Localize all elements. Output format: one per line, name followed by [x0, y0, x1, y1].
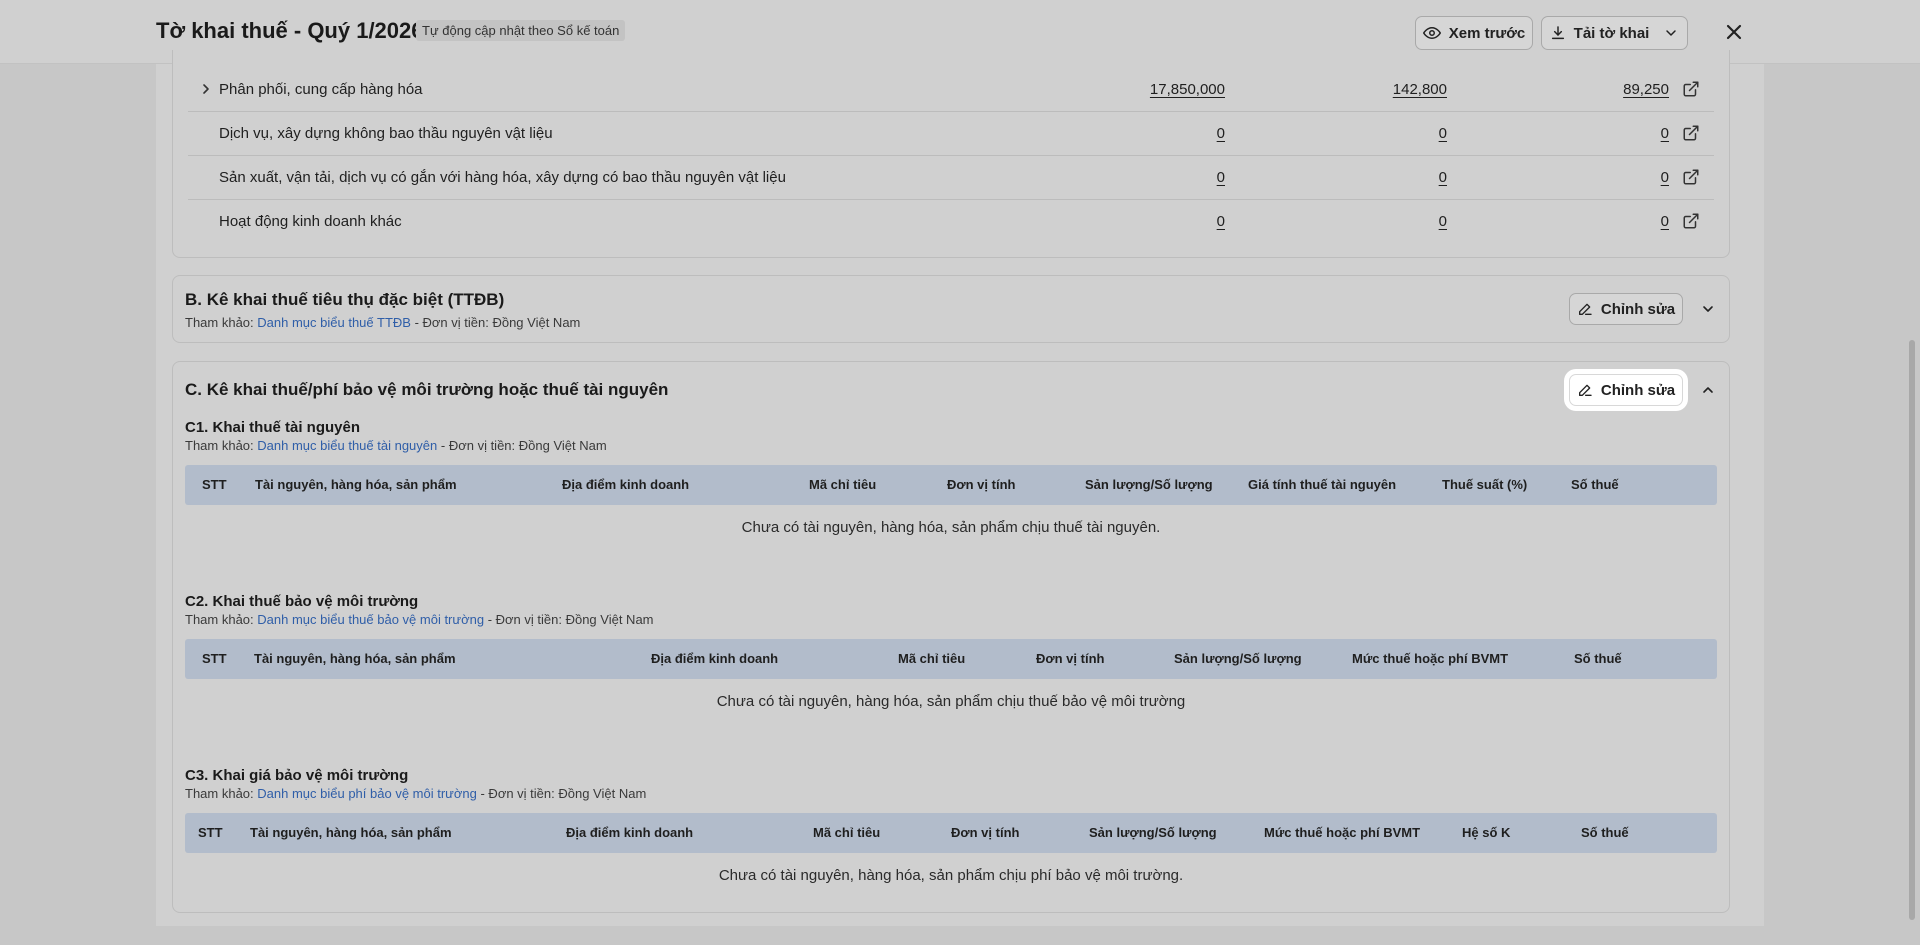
column-header: Số thuế — [1581, 825, 1629, 840]
resource-tariff-link[interactable]: Danh mục biểu thuế tài nguyên — [257, 438, 437, 453]
download-label: Tải tờ khai — [1573, 24, 1650, 42]
table-row: Phân phối, cung cấp hàng hóa 17,850,000 … — [188, 68, 1714, 112]
column-header: Mã chỉ tiêu — [809, 477, 877, 492]
table-row: Hoạt động kinh doanh khác 0 0 0 — [188, 200, 1714, 244]
column-header: Tài nguyên, hàng hóa, sản phẩm — [254, 651, 456, 666]
download-icon — [1551, 26, 1564, 40]
preview-label: Xem trước — [1448, 24, 1526, 42]
edit-label: Chỉnh sửa — [1600, 381, 1676, 399]
column-header: Đơn vị tính — [951, 825, 1020, 840]
c2-title: C2. Khai thuế bảo vệ môi trường — [185, 593, 419, 610]
c1-reference: Tham khảo: Danh mục biểu thuế tài nguyên… — [185, 438, 607, 453]
ref-prefix: Tham khảo: — [185, 786, 254, 801]
column-header: STT — [198, 825, 223, 840]
ref-prefix: Tham khảo: — [185, 315, 254, 330]
table-row: Dịch vụ, xây dựng không bao thầu nguyên … — [188, 112, 1714, 156]
pencil-icon — [1578, 384, 1592, 396]
section-b-card: B. Kê khai thuế tiêu thụ đặc biệt (TTĐB)… — [172, 275, 1730, 343]
c2-table-header: STT Tài nguyên, hàng hóa, sản phẩm Địa đ… — [185, 639, 1717, 679]
section-c-title: C. Kê khai thuế/phí bảo vệ môi trường ho… — [185, 380, 669, 399]
column-header: STT — [202, 477, 227, 492]
section-c-edit-button[interactable]: Chỉnh sửa — [1569, 374, 1683, 406]
row-value-link[interactable]: 0 — [1217, 169, 1225, 186]
row-value-link[interactable]: 0 — [1217, 213, 1225, 230]
c1-empty-state: Chưa có tài nguyên, hàng hóa, sản phẩm c… — [741, 519, 1161, 536]
download-declaration-button[interactable]: Tải tờ khai — [1541, 16, 1688, 50]
c3-reference: Tham khảo: Danh mục biểu phí bảo vệ môi … — [185, 786, 646, 801]
ref-suffix: - Đơn vị tiền: Đồng Việt Nam — [480, 786, 647, 801]
external-link-icon[interactable] — [1682, 80, 1700, 98]
c3-table-header: STT Tài nguyên, hàng hóa, sản phẩm Địa đ… — [185, 813, 1717, 853]
auto-update-badge: Tự động cập nhật theo Sổ kế toán — [416, 20, 626, 41]
ref-suffix: - Đơn vị tiền: Đồng Việt Nam — [414, 315, 581, 330]
row-label: Dịch vụ, xây dựng không bao thầu nguyên … — [219, 125, 553, 142]
page-title: Tờ khai thuế - Quý 1/2026 — [156, 18, 424, 43]
row-value-link[interactable]: 0 — [1217, 125, 1225, 142]
c3-title: C3. Khai giá bảo vệ môi trường — [185, 767, 409, 784]
close-icon[interactable] — [1722, 20, 1746, 44]
column-header: Địa điểm kinh doanh — [566, 825, 694, 840]
ref-suffix: - Đơn vị tiền: Đồng Việt Nam — [440, 438, 607, 453]
external-link-icon[interactable] — [1682, 124, 1700, 142]
row-value-link[interactable]: 0 — [1439, 213, 1447, 230]
section-b-edit-button[interactable]: Chỉnh sửa — [1569, 293, 1683, 325]
column-header: Hệ số K — [1462, 825, 1511, 840]
column-header: Đơn vị tính — [1036, 651, 1105, 666]
chevron-up-icon[interactable] — [1700, 382, 1716, 398]
env-fee-tariff-link[interactable]: Danh mục biểu phí bảo vệ môi trường — [257, 786, 477, 801]
column-header: Tài nguyên, hàng hóa, sản phẩm — [255, 477, 457, 492]
row-label: Hoạt động kinh doanh khác — [219, 213, 402, 230]
ref-suffix: - Đơn vị tiền: Đồng Việt Nam — [487, 612, 654, 627]
external-link-icon[interactable] — [1682, 212, 1700, 230]
row-value-link[interactable]: 0 — [1661, 125, 1669, 142]
eye-icon — [1422, 27, 1441, 39]
row-value-link[interactable]: 0 — [1439, 125, 1447, 142]
column-header: Thuế suất (%) — [1442, 477, 1528, 492]
ttdb-tariff-link[interactable]: Danh mục biểu thuế TTĐB — [257, 315, 411, 330]
column-header: Số thuế — [1571, 477, 1619, 492]
row-label: Sản xuất, vận tải, dịch vụ có gắn với hà… — [219, 169, 786, 186]
column-header: Sản lượng/Số lượng — [1085, 477, 1213, 492]
column-header: Sản lượng/Số lượng — [1174, 651, 1302, 666]
c1-table-header: STT Tài nguyên, hàng hóa, sản phẩm Địa đ… — [185, 465, 1717, 505]
row-value-link[interactable]: 0 — [1661, 169, 1669, 186]
c2-empty-state: Chưa có tài nguyên, hàng hóa, sản phẩm c… — [716, 693, 1186, 710]
section-c-card: C. Kê khai thuế/phí bảo vệ môi trường ho… — [172, 361, 1730, 913]
row-value-link[interactable]: 89,250 — [1623, 81, 1669, 98]
ref-prefix: Tham khảo: — [185, 612, 254, 627]
preview-button[interactable]: Xem trước — [1415, 16, 1533, 50]
row-value-link[interactable]: 17,850,000 — [1150, 81, 1225, 98]
column-header: Mức thuế hoặc phí BVMT — [1352, 651, 1509, 666]
row-value-link[interactable]: 0 — [1661, 213, 1669, 230]
c1-title: C1. Khai thuế tài nguyên — [185, 419, 361, 436]
column-header: Sản lượng/Số lượng — [1089, 825, 1217, 840]
column-header: Giá tính thuế tài nguyên — [1248, 477, 1397, 492]
c2-reference: Tham khảo: Danh mục biểu thuế bảo vệ môi… — [185, 612, 654, 627]
column-header: Mã chỉ tiêu — [813, 825, 881, 840]
env-tax-tariff-link[interactable]: Danh mục biểu thuế bảo vệ môi trường — [257, 612, 484, 627]
column-header: Tài nguyên, hàng hóa, sản phẩm — [250, 825, 452, 840]
column-header: Đơn vị tính — [947, 477, 1016, 492]
row-value-link[interactable]: 0 — [1439, 169, 1447, 186]
section-b-reference: Tham khảo: Danh mục biểu thuế TTĐB - Đơn… — [185, 315, 580, 330]
c3-empty-state: Chưa có tài nguyên, hàng hóa, sản phẩm c… — [718, 867, 1184, 884]
column-header: Mức thuế hoặc phí BVMT — [1264, 825, 1421, 840]
column-header: STT — [202, 651, 227, 666]
column-header: Địa điểm kinh doanh — [562, 477, 690, 492]
column-header: Địa điểm kinh doanh — [651, 651, 779, 666]
row-value-link[interactable]: 142,800 — [1393, 81, 1447, 98]
table-row: Sản xuất, vận tải, dịch vụ có gắn với hà… — [188, 156, 1714, 200]
edit-label: Chỉnh sửa — [1600, 300, 1676, 318]
section-b-title: B. Kê khai thuế tiêu thụ đặc biệt (TTĐB) — [185, 290, 505, 309]
row-label: Phân phối, cung cấp hàng hóa — [219, 81, 423, 98]
external-link-icon[interactable] — [1682, 168, 1700, 186]
pencil-icon — [1578, 303, 1592, 315]
column-header: Mã chỉ tiêu — [898, 651, 966, 666]
chevron-down-icon — [1666, 30, 1677, 36]
scrollbar[interactable] — [1909, 340, 1915, 920]
ref-prefix: Tham khảo: — [185, 438, 254, 453]
column-header: Số thuế — [1574, 651, 1622, 666]
chevron-right-icon[interactable] — [201, 83, 211, 95]
chevron-down-icon[interactable] — [1700, 301, 1716, 317]
